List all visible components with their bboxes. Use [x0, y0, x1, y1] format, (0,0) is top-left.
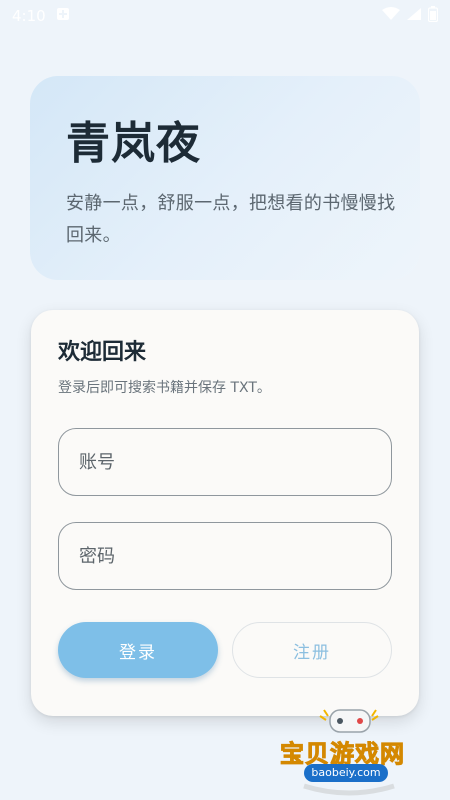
app-title: 青岚夜 [66, 118, 201, 169]
account-input[interactable] [58, 428, 392, 496]
watermark-url: baobeiy.com [304, 764, 388, 782]
status-left: 4:10 [12, 7, 70, 25]
register-button[interactable]: 注册 [232, 622, 392, 678]
password-input[interactable] [58, 522, 392, 590]
watermark-logo: 宝贝游戏网 baobeiy.com [274, 708, 424, 798]
notification-icon [56, 7, 70, 25]
login-button[interactable]: 登录 [58, 622, 218, 678]
signal-icon [406, 7, 422, 25]
button-row: 登录 注册 [58, 622, 392, 678]
card-hint: 登录后即可搜索书籍并保存 TXT。 [58, 380, 271, 396]
status-bar: 4:10 [0, 0, 450, 32]
status-right [382, 6, 439, 26]
status-time: 4:10 [12, 7, 46, 25]
app-subtitle: 安静一点，舒服一点，把想看的书慢慢找回来。 [66, 193, 396, 246]
login-card: 欢迎回来 登录后即可搜索书籍并保存 TXT。 登录 注册 [31, 310, 419, 716]
wifi-icon [382, 7, 400, 25]
hero-banner: 青岚夜 安静一点，舒服一点，把想看的书慢慢找回来。 [30, 76, 420, 280]
battery-icon [427, 6, 439, 26]
card-title: 欢迎回来 [58, 340, 147, 365]
